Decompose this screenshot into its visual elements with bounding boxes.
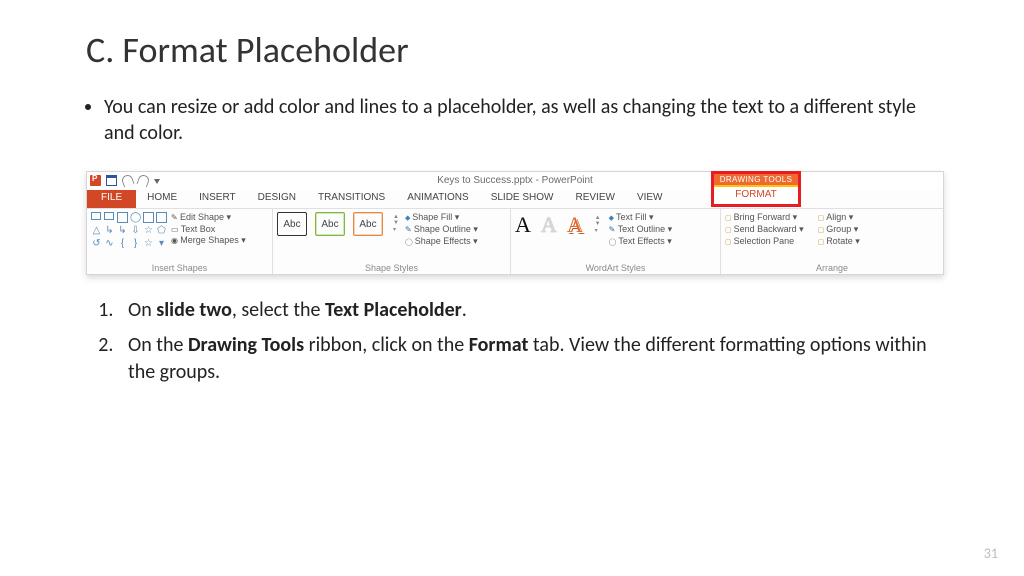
text-effects-button[interactable]: Text Effects ▾ — [609, 236, 672, 247]
design-tab[interactable]: DESIGN — [247, 190, 307, 208]
gallery-scroll[interactable]: ▲▼▾ — [393, 214, 399, 233]
steps-list: On slide two, select the Text Placeholde… — [86, 297, 944, 386]
title-bar: Keys to Success.pptx - PowerPoint DRAWIN… — [87, 172, 943, 190]
ribbon-tabs: FILE HOME INSERT DESIGN TRANSITIONS ANIM… — [87, 190, 943, 208]
wordart-gallery-scroll[interactable]: ▲▼▾ — [595, 215, 601, 234]
step-1: On slide two, select the Text Placeholde… — [118, 297, 944, 324]
drawing-tools-context-tab[interactable]: DRAWING TOOLS FORMAT — [711, 171, 801, 207]
wordart-gallery[interactable]: A A A ▲▼▾ — [515, 212, 601, 238]
arrange-group: Bring Forward ▾ Align ▾ Send Backward ▾ … — [721, 209, 943, 274]
file-tab[interactable]: FILE — [87, 190, 136, 208]
step-2: On the Drawing Tools ribbon, click on th… — [118, 332, 944, 386]
shape-style-gallery[interactable]: Abc Abc Abc ▲▼▾ — [277, 212, 399, 236]
shape-style-2[interactable]: Abc — [315, 212, 345, 236]
format-tab[interactable]: FORMAT — [714, 185, 798, 202]
shape-fill-button[interactable]: Shape Fill ▾ — [405, 212, 478, 223]
group-button[interactable]: Group ▾ — [818, 224, 860, 235]
text-outline-button[interactable]: Text Outline ▾ — [609, 224, 672, 235]
text-fill-button[interactable]: Text Fill ▾ — [609, 212, 672, 223]
insert-shapes-group: ◯ △↳↳⇩☆⬠ ↺∿{}☆▾ Edit Shape ▾ Text Box Me… — [87, 209, 273, 274]
animations-tab[interactable]: ANIMATIONS — [396, 190, 479, 208]
page-title: C. Format Placeholder — [86, 28, 944, 72]
intro-bullet: You can resize or add color and lines to… — [104, 94, 944, 147]
bring-forward-button[interactable]: Bring Forward ▾ — [725, 212, 804, 223]
shape-outline-button[interactable]: Shape Outline ▾ — [405, 224, 478, 235]
wordart-style-1[interactable]: A — [515, 212, 531, 238]
shape-styles-label: Shape Styles — [277, 263, 506, 274]
shape-gallery[interactable]: ◯ △↳↳⇩☆⬠ ↺∿{}☆▾ — [91, 212, 167, 249]
home-tab[interactable]: HOME — [136, 190, 188, 208]
arrange-label: Arrange — [725, 263, 939, 274]
send-backward-button[interactable]: Send Backward ▾ — [725, 224, 804, 235]
shape-style-1[interactable]: Abc — [277, 212, 307, 236]
text-box-button[interactable]: Text Box — [171, 224, 246, 234]
ribbon-groups: ◯ △↳↳⇩☆⬠ ↺∿{}☆▾ Edit Shape ▾ Text Box Me… — [87, 208, 943, 274]
merge-shapes-button[interactable]: Merge Shapes ▾ — [171, 235, 246, 246]
rotate-button[interactable]: Rotate ▾ — [818, 236, 860, 247]
shape-effects-button[interactable]: Shape Effects ▾ — [405, 236, 478, 247]
powerpoint-ribbon: Keys to Success.pptx - PowerPoint DRAWIN… — [86, 171, 944, 275]
wordart-style-3[interactable]: A — [567, 212, 583, 238]
shape-style-3[interactable]: Abc — [353, 212, 383, 236]
selection-pane-button[interactable]: Selection Pane — [725, 236, 804, 247]
edit-shape-button[interactable]: Edit Shape ▾ — [171, 212, 246, 223]
transitions-tab[interactable]: TRANSITIONS — [307, 190, 396, 208]
review-tab[interactable]: REVIEW — [564, 190, 625, 208]
page-number: 31 — [984, 545, 998, 562]
shape-styles-group: Abc Abc Abc ▲▼▾ Shape Fill ▾ Shape Outli… — [273, 209, 511, 274]
document-title: Keys to Success.pptx - PowerPoint — [87, 175, 943, 186]
wordart-style-2[interactable]: A — [541, 212, 557, 238]
wordart-styles-group: A A A ▲▼▾ Text Fill ▾ Text Outline ▾ Tex… — [511, 209, 721, 274]
slideshow-tab[interactable]: SLIDE SHOW — [480, 190, 565, 208]
insert-shapes-label: Insert Shapes — [91, 263, 268, 274]
context-tab-header: DRAWING TOOLS — [714, 174, 798, 185]
insert-tab[interactable]: INSERT — [188, 190, 247, 208]
wordart-styles-label: WordArt Styles — [515, 263, 716, 274]
view-tab[interactable]: VIEW — [626, 190, 674, 208]
align-button[interactable]: Align ▾ — [818, 212, 860, 223]
intro-list: You can resize or add color and lines to… — [86, 94, 944, 147]
